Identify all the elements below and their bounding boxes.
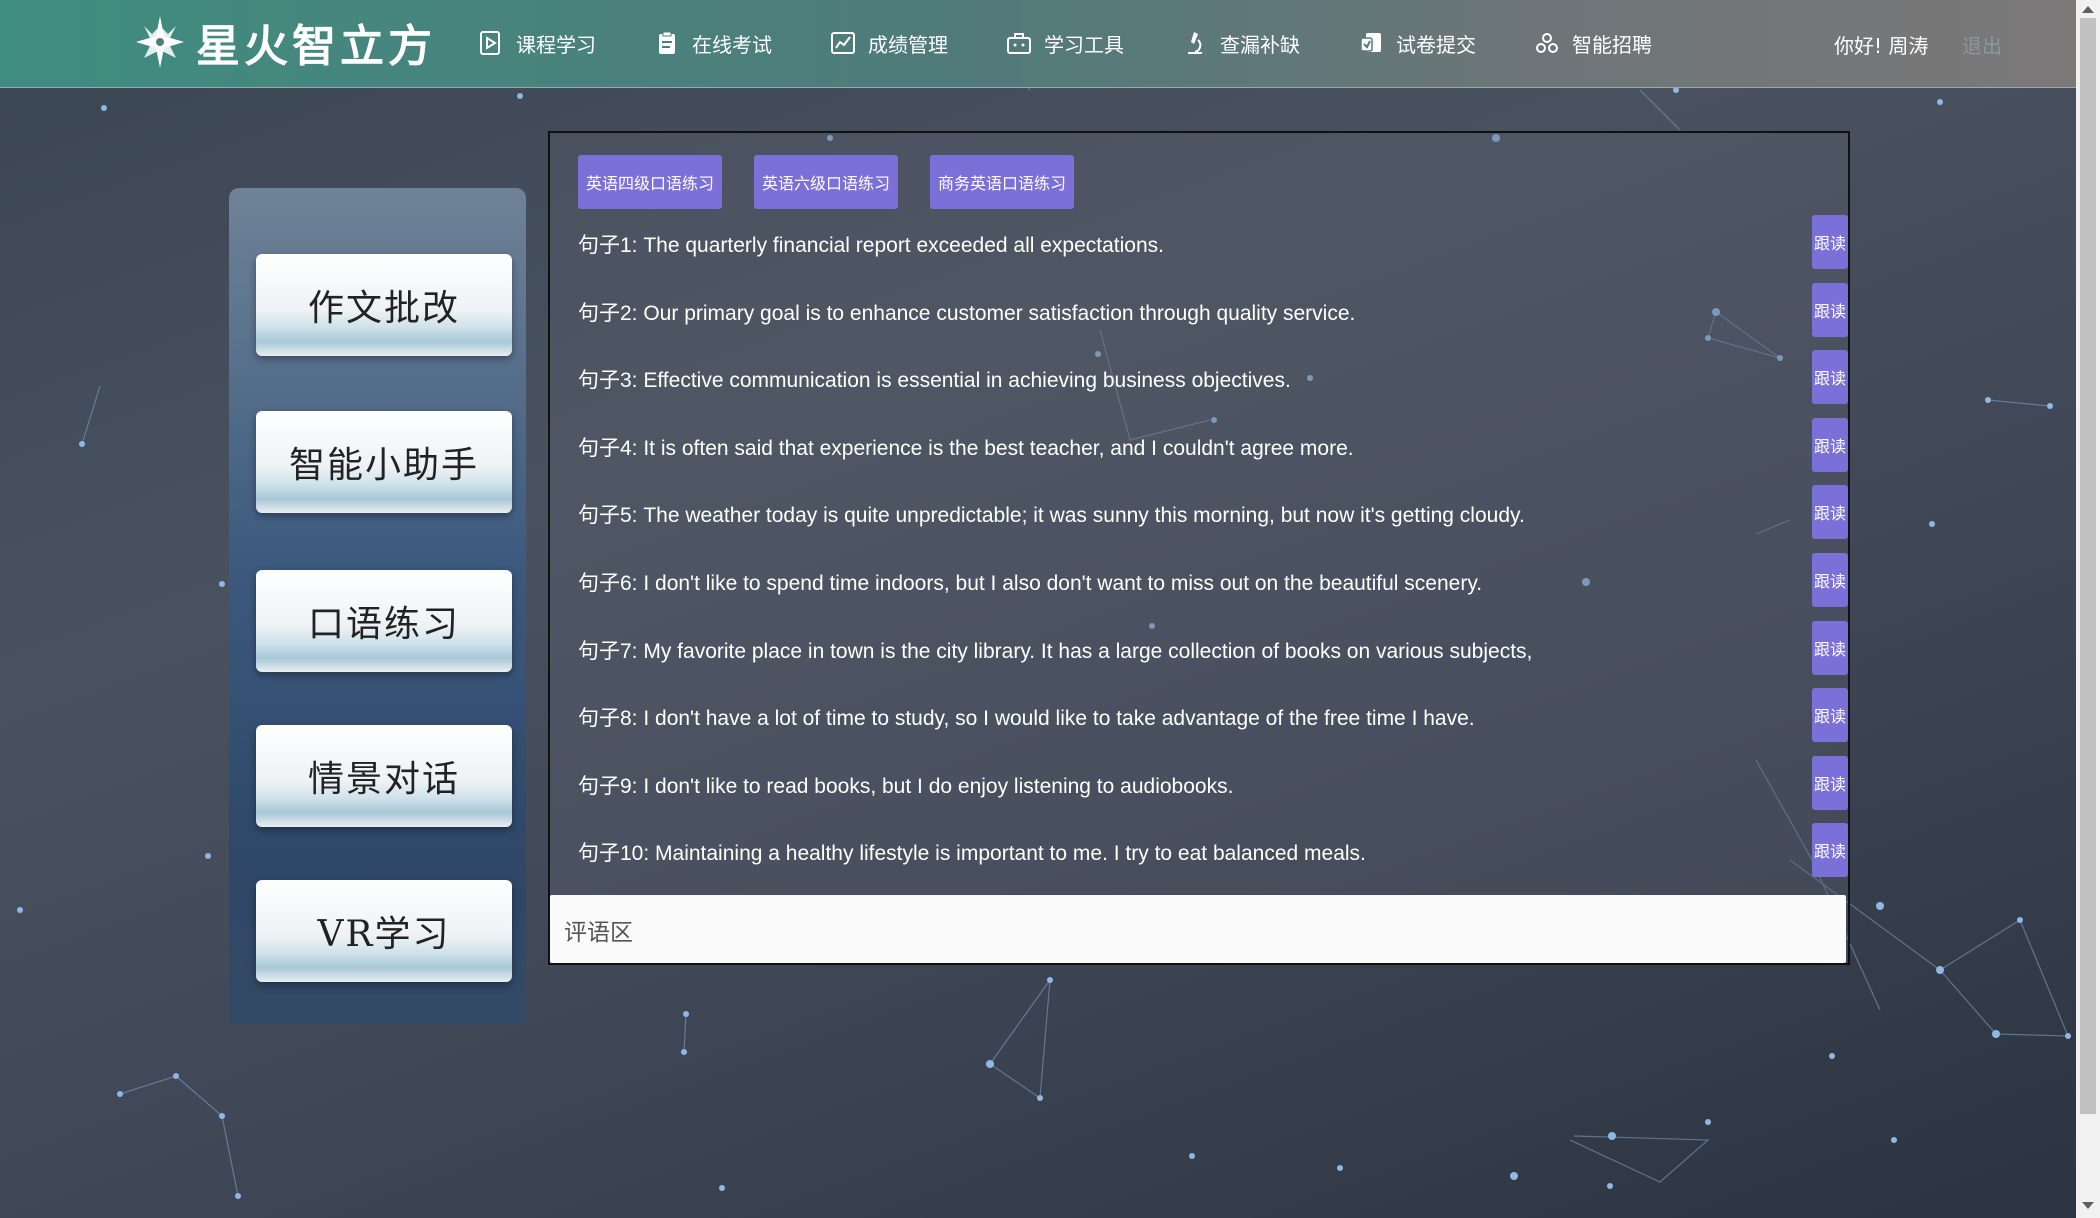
nav-course-learning[interactable]: 课程学习 — [478, 24, 596, 62]
sidebar-item-label: 情景对话 — [307, 759, 460, 800]
list-item: 句子5: The weather today is quite unpredic… — [550, 477, 1848, 545]
list-item: 句子4: It is often said that experience is… — [550, 410, 1848, 478]
list-item: 句子1: The quarterly financial report exce… — [550, 207, 1848, 275]
nav-online-exam[interactable]: 在线考试 — [654, 24, 772, 62]
chart-icon — [831, 32, 855, 54]
nav-grade-management[interactable]: 成绩管理 — [830, 24, 948, 62]
scroll-down-arrow-icon[interactable] — [2082, 1202, 2094, 1209]
tab-business-oral[interactable]: 商务英语口语练习 — [930, 155, 1074, 209]
logout-link[interactable]: 退出 — [1962, 30, 2002, 59]
nav-label: 在线考试 — [692, 32, 772, 57]
follow-read-button[interactable]: 跟读 — [1812, 485, 1848, 540]
sentence-text: 句子3: Effective communication is essentia… — [578, 369, 1291, 393]
sidebar-item-oral-practice[interactable]: 口语练习 — [256, 570, 512, 672]
sentence-list: 句子1: The quarterly financial report exce… — [550, 207, 1848, 883]
list-item: 句子8: I don't have a lot of time to study… — [550, 680, 1848, 748]
star-logo-icon — [136, 16, 184, 68]
sidebar-item-label: 智能小助手 — [288, 445, 479, 486]
sentence-text: 句子4: It is often said that experience is… — [578, 436, 1354, 460]
page-scrollbar[interactable] — [2076, 0, 2100, 1218]
follow-read-button[interactable]: 跟读 — [1812, 417, 1848, 472]
follow-read-button[interactable]: 跟读 — [1812, 620, 1848, 675]
list-item: 句子3: Effective communication is essentia… — [550, 342, 1848, 410]
follow-read-button[interactable]: 跟读 — [1812, 755, 1848, 810]
recruit-icon — [1536, 33, 1558, 53]
practice-tabs: 英语四级口语练习 英语六级口语练习 商务英语口语练习 — [578, 155, 1106, 209]
feature-sidebar: 作文批改 智能小助手 口语练习 情景对话 VR学习 — [229, 188, 526, 1024]
follow-read-button[interactable]: 跟读 — [1812, 282, 1848, 337]
scroll-thumb[interactable] — [2080, 18, 2096, 1114]
sentence-text: 句子5: The weather today is quite unpredic… — [578, 504, 1525, 528]
sidebar-item-smart-assistant[interactable]: 智能小助手 — [256, 411, 512, 513]
list-item: 句子2: Our primary goal is to enhance cust… — [550, 275, 1848, 343]
sidebar-item-label: 作文批改 — [307, 288, 460, 329]
comment-area[interactable]: 评语区 — [550, 895, 1846, 963]
sidebar-item-label: 口语练习 — [307, 604, 460, 645]
main-nav: 课程学习 在线考试 成绩管理 学习工具 查漏补缺 试卷提交 智能招聘 — [478, 24, 1710, 62]
nav-label: 课程学习 — [516, 32, 596, 57]
sentence-text: 句子1: The quarterly financial report exce… — [578, 234, 1164, 257]
logo-text: 星火智立方 — [196, 21, 436, 72]
list-item: 句子9: I don't like to read books, but I d… — [550, 748, 1848, 816]
nav-gap-filling[interactable]: 查漏补缺 — [1182, 24, 1300, 62]
toolbox-icon — [1007, 33, 1031, 54]
nav-smart-recruit[interactable]: 智能招聘 — [1534, 24, 1652, 62]
sentence-text: 句子7: My favorite place in town is the ci… — [578, 639, 1533, 663]
microscope-icon — [1188, 32, 1202, 54]
submit-icon — [1360, 33, 1381, 52]
nav-paper-submission[interactable]: 试卷提交 — [1358, 24, 1476, 62]
sentence-text: 句子6: I don't like to spend time indoors,… — [578, 571, 1483, 595]
sentence-text: 句子8: I don't have a lot of time to study… — [578, 707, 1475, 731]
sentence-text: 句子10: Maintaining a healthy lifestyle is… — [578, 842, 1366, 866]
tab-cet6-oral[interactable]: 英语六级口语练习 — [754, 155, 898, 209]
follow-read-button[interactable]: 跟读 — [1812, 688, 1848, 743]
nav-label: 智能招聘 — [1572, 32, 1652, 57]
nav-label: 试卷提交 — [1396, 32, 1476, 57]
oral-practice-panel: 英语四级口语练习 英语六级口语练习 商务英语口语练习 句子1: The quar… — [548, 131, 1850, 965]
follow-read-button[interactable]: 跟读 — [1812, 823, 1848, 878]
list-item: 句子6: I don't like to spend time indoors,… — [550, 545, 1848, 613]
follow-read-button[interactable]: 跟读 — [1812, 215, 1848, 269]
user-greeting: 你好! 周涛 — [1834, 34, 1929, 58]
sentence-text: 句子9: I don't like to read books, but I d… — [578, 774, 1234, 798]
nav-label: 成绩管理 — [868, 32, 948, 57]
list-item: 句子10: Maintaining a healthy lifestyle is… — [550, 815, 1848, 883]
nav-study-tools[interactable]: 学习工具 — [1006, 24, 1124, 62]
top-header: 星火智立方 课程学习 在线考试 成绩管理 学习工具 查漏补缺 试卷提交 智能招聘… — [0, 0, 2076, 88]
sentence-text: 句子2: Our primary goal is to enhance cust… — [578, 301, 1356, 325]
sidebar-item-scenario-dialogue[interactable]: 情景对话 — [256, 725, 512, 827]
follow-read-button[interactable]: 跟读 — [1812, 350, 1848, 405]
sidebar-item-label: VR学习 — [317, 914, 451, 955]
sidebar-item-essay-correction[interactable]: 作文批改 — [256, 254, 512, 356]
logo[interactable]: 星火智立方 — [134, 14, 436, 72]
play-doc-icon — [480, 31, 500, 55]
tab-cet4-oral[interactable]: 英语四级口语练习 — [578, 155, 722, 209]
list-item: 句子7: My favorite place in town is the ci… — [550, 613, 1848, 681]
nav-label: 学习工具 — [1044, 32, 1124, 57]
sidebar-item-vr-learning[interactable]: VR学习 — [256, 880, 512, 982]
follow-read-button[interactable]: 跟读 — [1812, 552, 1848, 607]
scroll-up-arrow-icon[interactable] — [2082, 6, 2094, 13]
nav-label: 查漏补缺 — [1220, 32, 1300, 57]
clipboard-icon — [659, 31, 675, 54]
